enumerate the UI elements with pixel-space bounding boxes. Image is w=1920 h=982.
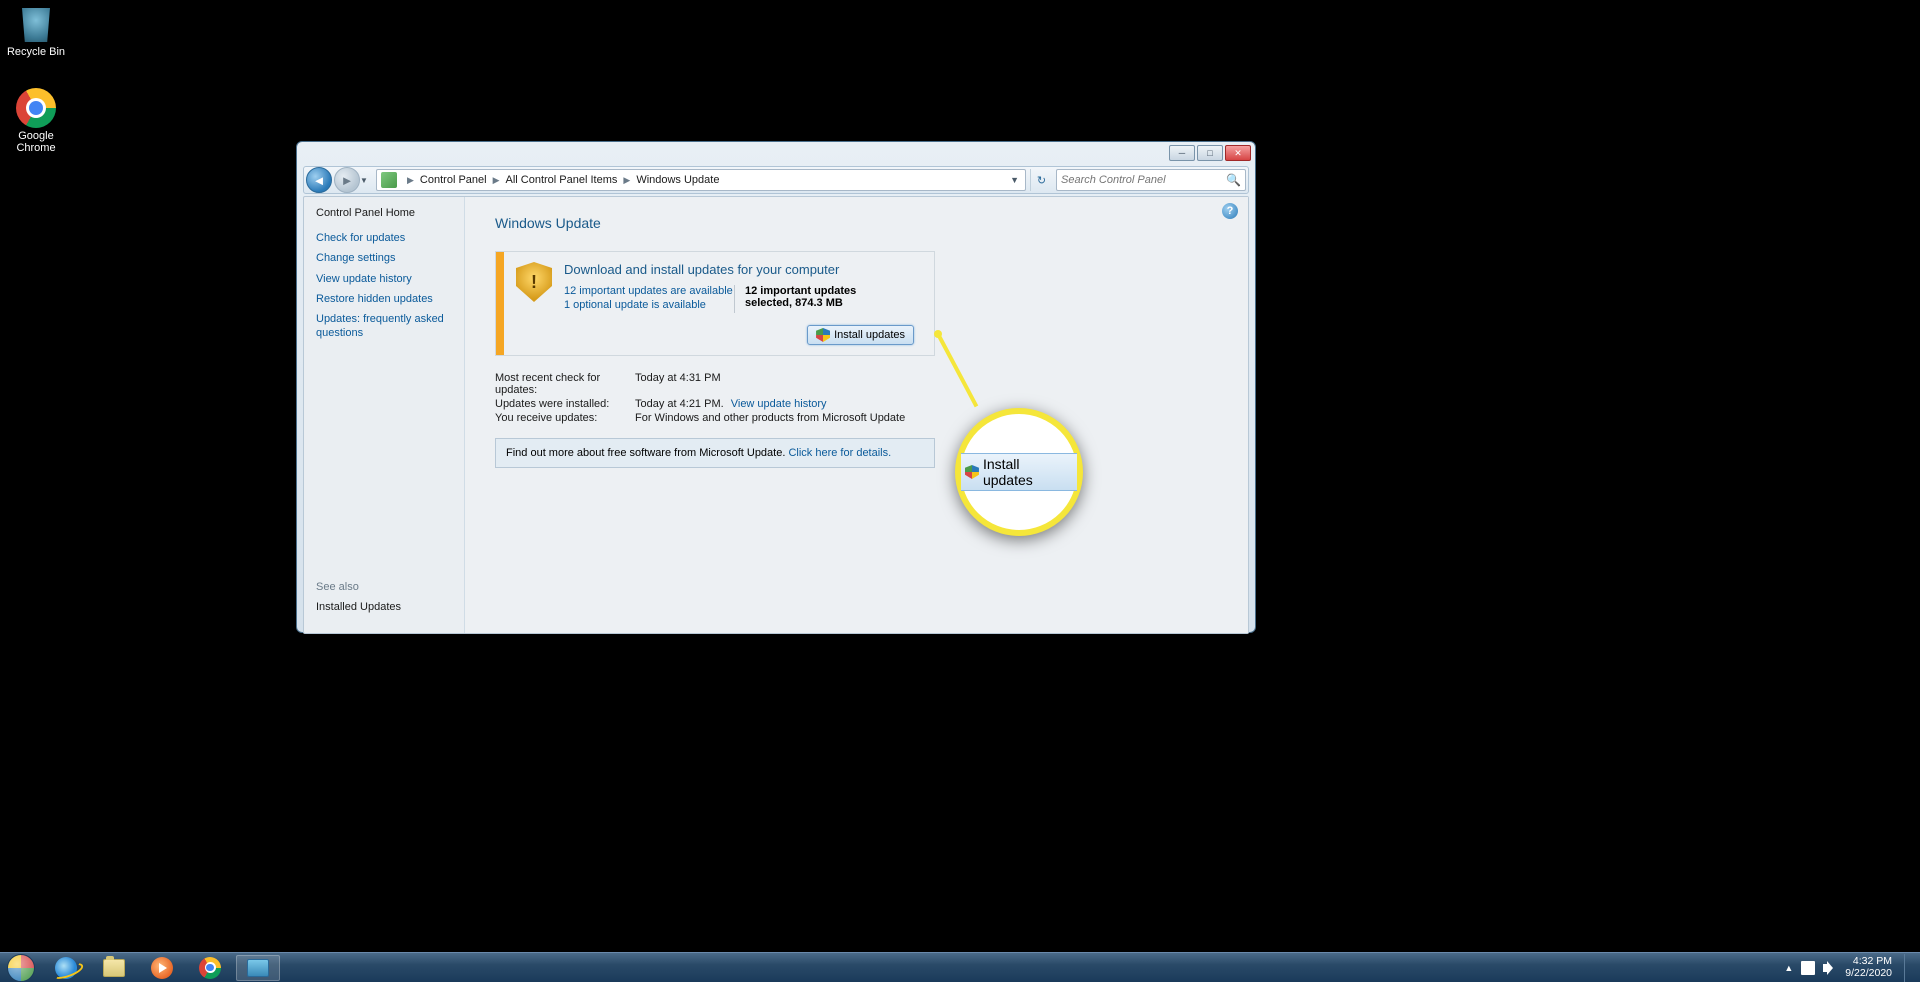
tray-overflow-icon[interactable]: ▲ — [1784, 963, 1793, 973]
toolbar: ◄ ► ▼ ▶ Control Panel ▶ All Control Pane… — [303, 166, 1249, 194]
breadcrumb-all-items[interactable]: All Control Panel Items — [506, 174, 618, 186]
search-box[interactable]: 🔍 — [1056, 169, 1246, 191]
status-stripe — [496, 252, 504, 355]
info-key-receive: You receive updates: — [495, 412, 635, 424]
desktop[interactable]: Recycle Bin Google Chrome ─ □ ✕ ◄ ► ▼ ▶ … — [0, 0, 1920, 982]
chrome-label: Google Chrome — [0, 130, 72, 154]
callout-magnifier: Install updates — [955, 408, 1083, 536]
back-button[interactable]: ◄ — [306, 167, 332, 193]
chevron-right-icon[interactable]: ▶ — [407, 175, 414, 186]
desktop-icon-recycle-bin[interactable]: Recycle Bin — [0, 4, 72, 58]
recycle-bin-label: Recycle Bin — [0, 46, 72, 58]
clock-time: 4:32 PM — [1845, 956, 1892, 968]
optional-updates-link[interactable]: 1 optional update is available — [564, 299, 734, 311]
install-updates-button[interactable]: Install updates — [807, 325, 914, 345]
info-key-installed: Updates were installed: — [495, 398, 635, 410]
installed-updates-link[interactable]: Installed Updates — [316, 601, 401, 613]
selected-summary: 12 important updates selected, 874.3 MB — [734, 285, 904, 313]
close-button[interactable]: ✕ — [1225, 145, 1251, 161]
control-panel-task-icon — [247, 959, 269, 977]
shield-warning-icon — [516, 262, 552, 302]
maximize-button[interactable]: □ — [1197, 145, 1223, 161]
taskbar-chrome[interactable] — [188, 955, 232, 981]
control-panel-home-link[interactable]: Control Panel Home — [316, 207, 452, 219]
show-desktop-button[interactable] — [1904, 954, 1914, 982]
sidebar-link-change-settings[interactable]: Change settings — [316, 251, 452, 265]
volume-icon[interactable] — [1823, 961, 1837, 975]
update-panel: Download and install updates for your co… — [495, 251, 935, 356]
callout-label: Install updates — [983, 456, 1073, 488]
uac-shield-icon — [965, 465, 979, 479]
help-icon[interactable]: ? — [1222, 203, 1238, 219]
minimize-button[interactable]: ─ — [1169, 145, 1195, 161]
titlebar[interactable]: ─ □ ✕ — [297, 142, 1255, 164]
info-val-installed: Today at 4:21 PM. — [635, 398, 724, 410]
address-dropdown-icon[interactable]: ▼ — [1008, 175, 1021, 185]
folder-icon — [103, 959, 125, 977]
breadcrumb-windows-update[interactable]: Windows Update — [636, 174, 719, 186]
promo-link[interactable]: Click here for details. — [788, 447, 891, 459]
callout-install-button: Install updates — [961, 453, 1077, 491]
sidebar-link-view-history[interactable]: View update history — [316, 272, 452, 286]
taskbar-media-player[interactable] — [140, 955, 184, 981]
sidebar: Control Panel Home Check for updates Cha… — [304, 197, 464, 633]
action-center-icon[interactable] — [1801, 961, 1815, 975]
breadcrumb-control-panel[interactable]: Control Panel — [420, 174, 487, 186]
clock-date: 9/22/2020 — [1845, 968, 1892, 980]
chrome-icon — [199, 957, 221, 979]
see-also-label: See also — [316, 581, 359, 593]
clock[interactable]: 4:32 PM 9/22/2020 — [1845, 956, 1892, 979]
ie-icon — [55, 957, 77, 979]
taskbar-explorer[interactable] — [92, 955, 136, 981]
info-val-receive: For Windows and other products from Micr… — [635, 412, 905, 424]
promo-box: Find out more about free software from M… — [495, 438, 935, 468]
start-orb-icon — [7, 954, 35, 982]
taskbar: ▲ 4:32 PM 9/22/2020 — [0, 952, 1920, 982]
info-grid: Most recent check for updates: Today at … — [495, 372, 1218, 424]
system-tray: ▲ 4:32 PM 9/22/2020 — [1784, 954, 1920, 982]
view-history-link[interactable]: View update history — [731, 398, 827, 410]
nav-history-dropdown[interactable]: ▼ — [360, 176, 372, 185]
uac-shield-icon — [816, 328, 830, 342]
info-val-recent-check: Today at 4:31 PM — [635, 372, 721, 396]
chrome-icon — [16, 88, 56, 128]
info-key-recent-check: Most recent check for updates: — [495, 372, 635, 396]
chevron-right-icon[interactable]: ▶ — [623, 175, 630, 186]
search-icon[interactable]: 🔍 — [1226, 173, 1241, 187]
taskbar-ie[interactable] — [44, 955, 88, 981]
promo-text: Find out more about free software from M… — [506, 447, 788, 459]
sidebar-link-faq[interactable]: Updates: frequently asked questions — [316, 312, 452, 341]
panel-heading: Download and install updates for your co… — [564, 262, 922, 277]
taskbar-control-panel[interactable] — [236, 955, 280, 981]
page-title: Windows Update — [495, 215, 1218, 231]
window-body: Control Panel Home Check for updates Cha… — [303, 196, 1249, 634]
main-pane: ? Windows Update Download and install up… — [464, 197, 1248, 633]
search-input[interactable] — [1061, 174, 1226, 186]
address-bar[interactable]: ▶ Control Panel ▶ All Control Panel Item… — [376, 169, 1026, 191]
chevron-right-icon[interactable]: ▶ — [493, 175, 500, 186]
install-updates-label: Install updates — [834, 329, 905, 341]
media-player-icon — [151, 957, 173, 979]
desktop-icon-chrome[interactable]: Google Chrome — [0, 88, 72, 154]
sidebar-link-check-updates[interactable]: Check for updates — [316, 231, 452, 245]
recycle-bin-icon — [16, 4, 56, 44]
sidebar-link-restore-hidden[interactable]: Restore hidden updates — [316, 292, 452, 306]
control-panel-window: ─ □ ✕ ◄ ► ▼ ▶ Control Panel ▶ All Contro… — [296, 141, 1256, 633]
refresh-button[interactable]: ↻ — [1030, 169, 1052, 191]
control-panel-icon — [381, 172, 397, 188]
start-button[interactable] — [0, 953, 42, 982]
important-updates-link[interactable]: 12 important updates are available — [564, 285, 734, 297]
forward-button[interactable]: ► — [334, 167, 360, 193]
